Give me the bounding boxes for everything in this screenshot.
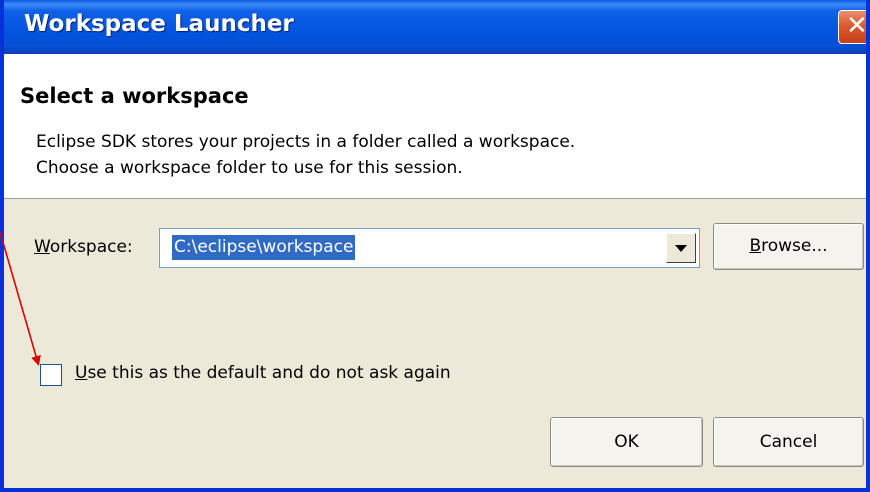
dialog-header: Select a workspace Eclipse SDK stores yo… — [4, 54, 866, 199]
workspace-label-mnemonic: W — [34, 237, 50, 257]
workspace-combo[interactable]: C:\eclipse\workspace — [159, 228, 700, 268]
window-title: Workspace Launcher — [24, 11, 294, 37]
browse-mnemonic: B — [749, 236, 762, 256]
workspace-path-value[interactable]: C:\eclipse\workspace — [172, 235, 356, 260]
ok-button[interactable]: OK — [550, 417, 703, 467]
workspace-label-text: orkspace: — [49, 237, 133, 257]
header-description-line-1: Eclipse SDK stores your projects in a fo… — [36, 132, 576, 152]
workspace-launcher-dialog: Workspace Launcher ✕ Select a workspace … — [0, 0, 870, 492]
default-workspace-label-text: se this as the default and do not ask ag… — [87, 363, 451, 383]
header-description-line-2: Choose a workspace folder to use for thi… — [36, 158, 463, 178]
default-workspace-checkbox[interactable] — [40, 364, 62, 386]
browse-button[interactable]: Browse... — [713, 223, 864, 270]
chevron-down-icon[interactable] — [666, 233, 696, 263]
header-title: Select a workspace — [20, 84, 249, 108]
close-button[interactable]: ✕ — [838, 10, 868, 44]
title-bar[interactable]: Workspace Launcher ✕ — [4, 0, 866, 54]
default-workspace-label[interactable]: Use this as the default and do not ask a… — [75, 363, 451, 383]
workspace-label: Workspace: — [34, 237, 133, 257]
browse-label: rowse... — [761, 236, 828, 256]
close-icon: ✕ — [846, 11, 868, 41]
default-workspace-mnemonic: U — [75, 363, 88, 383]
cancel-button[interactable]: Cancel — [713, 417, 864, 467]
